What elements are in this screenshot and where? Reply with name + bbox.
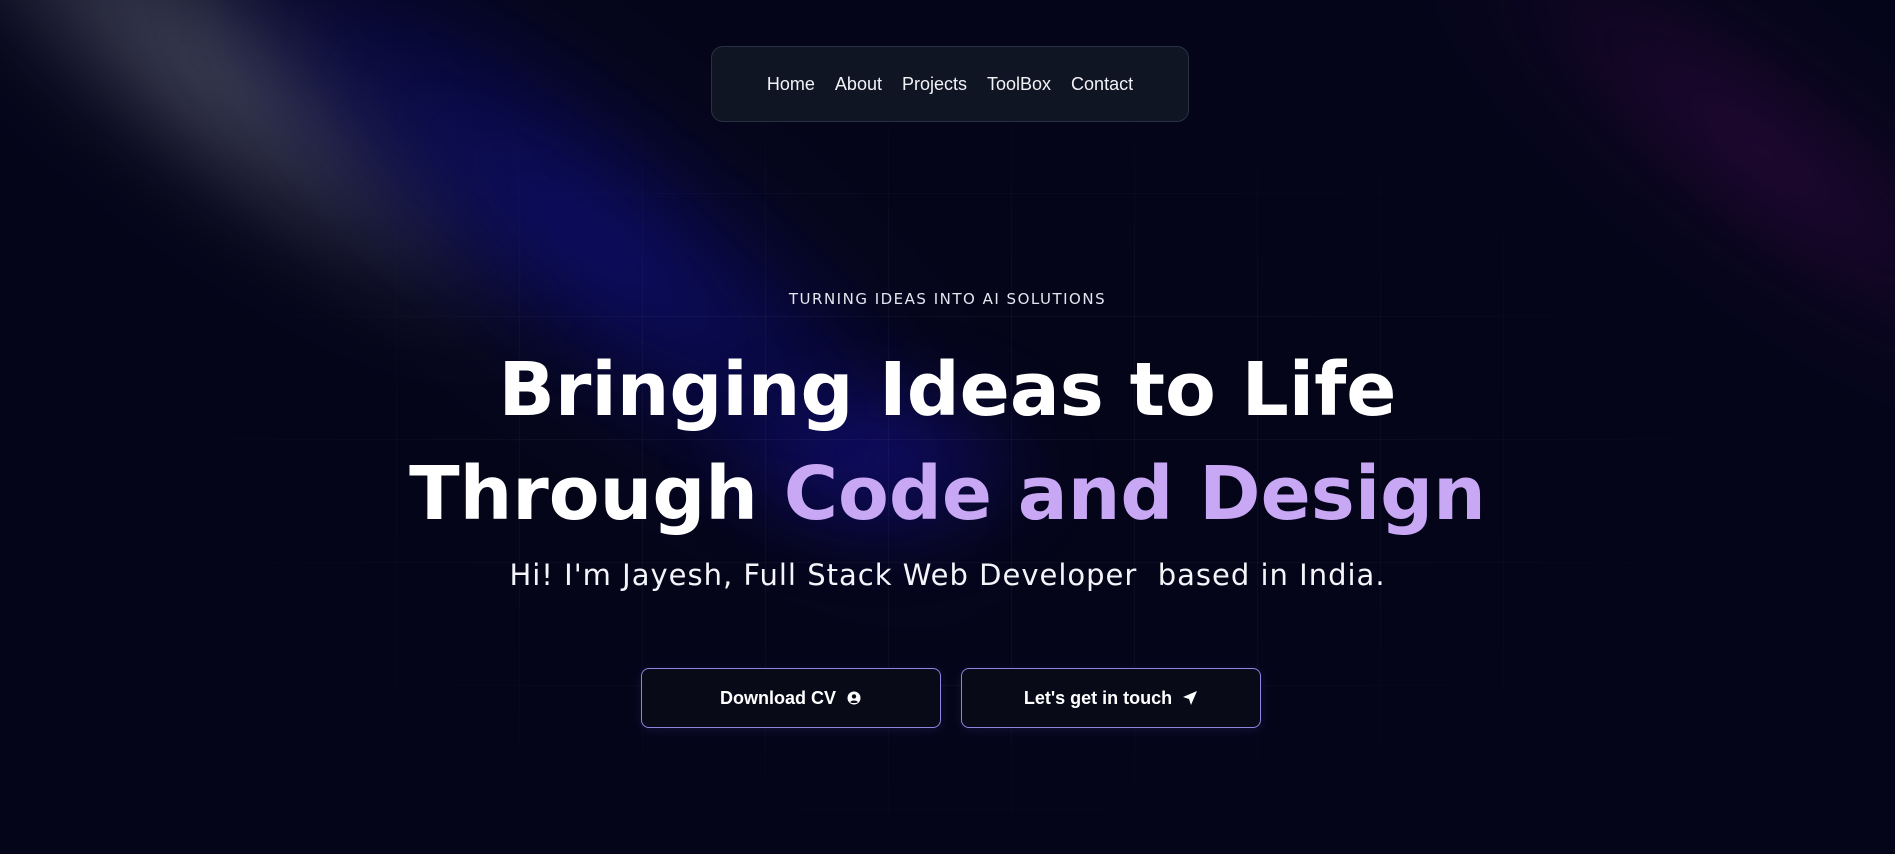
nav-link-toolbox[interactable]: ToolBox (977, 74, 1061, 95)
download-cv-button[interactable]: Download CV (641, 668, 941, 728)
hero-subtitle: Hi! I'm Jayesh, Full Stack Web Developer… (509, 558, 1386, 592)
get-in-touch-label: Let's get in touch (1023, 687, 1173, 708)
headline-line-2-accent: Code and Design (783, 451, 1486, 537)
user-circle-icon (846, 690, 862, 706)
nav-link-about[interactable]: About (825, 74, 892, 95)
nav-link-contact[interactable]: Contact (1061, 74, 1143, 95)
hero-headline: Bringing Ideas to Life Through Code and … (0, 338, 1895, 546)
send-icon (1182, 690, 1198, 706)
navbar: Home About Projects ToolBox Contact (711, 46, 1189, 122)
nav-link-projects[interactable]: Projects (892, 74, 977, 95)
hero-tagline: TURNING IDEAS INTO AI SOLUTIONS (788, 290, 1107, 308)
headline-line-2-plain: Through (409, 451, 784, 537)
headline-line-1: Bringing Ideas to Life (498, 347, 1397, 433)
nav-link-home[interactable]: Home (757, 74, 825, 95)
download-cv-label: Download CV (720, 687, 836, 708)
get-in-touch-button[interactable]: Let's get in touch (961, 668, 1261, 728)
